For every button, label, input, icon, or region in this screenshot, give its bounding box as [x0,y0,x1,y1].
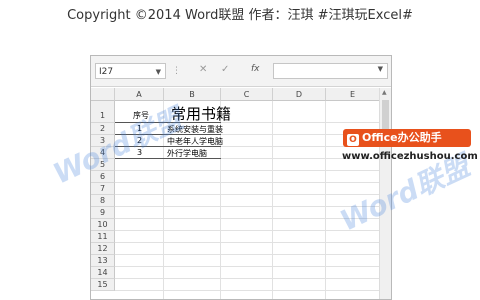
column-header[interactable]: A [115,88,164,101]
gridline [115,182,380,183]
row-header[interactable]: 10 [91,219,115,231]
row-header[interactable]: 11 [91,231,115,243]
column-header[interactable]: D [273,88,326,101]
row-header[interactable]: 12 [91,243,115,255]
gridline [325,101,326,299]
logo-text: Office办公助手 [362,131,442,144]
row-header[interactable]: 14 [91,267,115,279]
gridline [115,230,380,231]
enter-icon[interactable]: ✓ [221,64,229,75]
office-icon: O [347,134,359,146]
gridline [115,290,380,291]
row-header[interactable]: 7 [91,183,115,195]
chevron-down-icon[interactable]: ▼ [156,64,161,80]
gridline [272,101,273,299]
scroll-up-icon[interactable]: ▲ [382,89,387,96]
formula-input[interactable]: ▼ [273,63,388,79]
copyright-text: Copyright ©2014 Word联盟 作者：汪琪 #汪琪玩Excel# [67,8,413,23]
grip-icon: ⋮ [172,66,182,76]
gridline [115,254,380,255]
column-header[interactable]: E [326,88,380,101]
excel-window: I27 ▼ ⋮ ✕ ✓ fx ▼ A B C D E 1 2 3 4 5 6 7… [90,55,392,300]
expand-formula-icon[interactable]: ▼ [378,65,383,73]
gridline [115,266,380,267]
cell-b4[interactable]: 外行学电脑 [167,148,207,159]
row-header[interactable]: 8 [91,195,115,207]
select-all-corner[interactable] [91,88,115,101]
gridline [115,278,380,279]
cancel-icon[interactable]: ✕ [199,64,207,75]
function-icon[interactable]: fx [251,64,260,74]
row-header[interactable]: 13 [91,255,115,267]
column-header[interactable]: C [221,88,273,101]
row-header[interactable]: 1 [91,101,115,123]
office-logo: O Office办公助手 [343,129,471,147]
row-header[interactable]: 9 [91,207,115,219]
name-box[interactable]: I27 ▼ [95,63,166,79]
row-header[interactable]: 15 [91,279,115,291]
name-box-value: I27 [99,67,114,77]
gridline [115,194,380,195]
formula-bar: I27 ▼ ⋮ ✕ ✓ fx ▼ [91,56,391,87]
site-url: www.officezhushou.com [342,151,478,162]
gridline [115,242,380,243]
gridline [115,170,380,171]
